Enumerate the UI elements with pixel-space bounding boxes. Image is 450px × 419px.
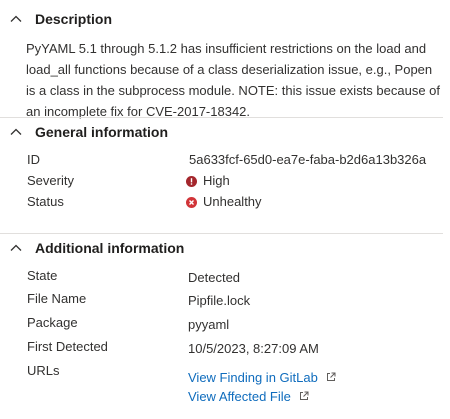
severity-value: High [203, 173, 230, 188]
field-value: 5a633fcf-65d0-ea7e-faba-b2d6a13b326a [189, 152, 427, 167]
field-label: URLs [27, 363, 60, 378]
field-value: Pipfile.lock [188, 293, 251, 308]
open-external-icon [299, 389, 309, 404]
field-label: Package [27, 315, 78, 330]
field-label: Severity [27, 173, 74, 188]
section-title: General information [35, 124, 169, 140]
section-divider [0, 117, 443, 118]
section-divider [0, 233, 443, 234]
general-information-section-header[interactable]: General information [0, 121, 168, 143]
field-value: pyyaml [188, 317, 230, 332]
section-title: Additional information [35, 240, 185, 256]
field-value: High [186, 172, 230, 190]
description-section-header[interactable]: Description [0, 8, 112, 30]
description-text: PyYAML 5.1 through 5.1.2 has insufficien… [26, 41, 441, 119]
chevron-up-icon [9, 125, 27, 139]
vulnerability-details-panel: Description PyYAML 5.1 through 5.1.2 has… [0, 0, 450, 419]
field-label: File Name [27, 291, 87, 306]
field-label: First Detected [27, 339, 108, 354]
field-value: 10/5/2023, 8:27:09 AM [188, 341, 319, 356]
section-title: Description [35, 11, 113, 27]
field-value: Detected [188, 270, 241, 285]
status-value: Unhealthy [203, 194, 262, 209]
field-value: Unhealthy [186, 193, 262, 211]
additional-information-section-header[interactable]: Additional information [0, 237, 184, 259]
chevron-up-icon [9, 12, 27, 26]
error-circle-icon [186, 196, 197, 208]
open-external-icon [326, 370, 336, 385]
link-label: View Affected File [188, 388, 291, 404]
link-label: View Finding in GitLab [188, 369, 318, 385]
chevron-up-icon [9, 241, 27, 255]
field-label: ID [27, 152, 40, 167]
field-label: Status [27, 194, 64, 209]
view-finding-in-gitlab-link[interactable]: View Finding in GitLab [188, 368, 336, 386]
severity-high-icon [186, 175, 197, 187]
field-label: State [27, 268, 58, 283]
view-affected-file-link[interactable]: View Affected File [188, 387, 309, 405]
